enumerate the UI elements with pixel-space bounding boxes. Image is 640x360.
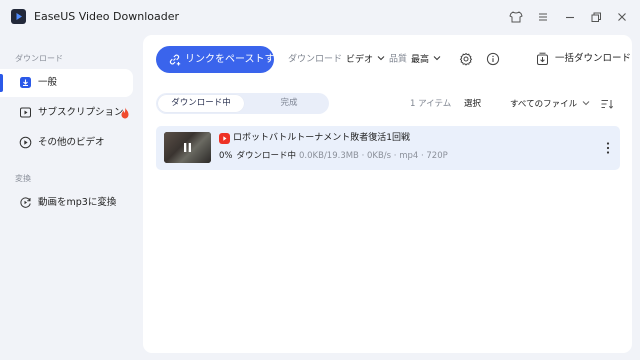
- toolbar: リンクをペーストする ダウンロード ビデオ 品質 最高 一括ダウンロード: [143, 35, 632, 85]
- video-thumbnail: [164, 132, 211, 163]
- settings-gear-icon[interactable]: [459, 52, 473, 66]
- chevron-down-icon: [582, 98, 590, 110]
- restore-icon[interactable]: [588, 9, 604, 25]
- download-state: ダウンロード中: [236, 151, 297, 161]
- sidebar-item-general[interactable]: 一般: [0, 69, 133, 97]
- flame-icon: [120, 107, 130, 119]
- app-logo-icon: [11, 9, 26, 24]
- youtube-icon: [219, 133, 230, 144]
- info-icon[interactable]: [486, 52, 500, 66]
- sidebar-item-label: その他のビデオ: [38, 137, 105, 148]
- quality-value: 最高: [411, 54, 430, 65]
- paste-link-label: リンクをペーストする: [185, 54, 285, 65]
- quality-select[interactable]: 品質 最高: [389, 53, 441, 66]
- download-status: 0% ダウンロード中 0.0KB/19.3MB · 0KB/s · mp4 · 72…: [219, 150, 448, 162]
- file-filter-label: すべてのファイル: [510, 99, 578, 110]
- bulk-download-icon: [536, 52, 549, 66]
- download-meta: 0.0KB/19.3MB · 0KB/s · mp4 · 720P: [299, 151, 448, 161]
- sidebar-item-subscription[interactable]: サブスクリプション: [0, 99, 133, 127]
- tshirt-icon[interactable]: [508, 9, 524, 25]
- title-bar: EaseUS Video Downloader: [0, 0, 640, 34]
- sidebar-item-other-videos[interactable]: その他のビデオ: [0, 129, 133, 157]
- menu-icon[interactable]: [535, 9, 551, 25]
- file-filter-select[interactable]: すべてのファイル: [510, 98, 590, 111]
- main-panel: リンクをペーストする ダウンロード ビデオ 品質 最高 一括ダウンロード ダウンロー…: [143, 35, 632, 353]
- sidebar-section-convert: 変換: [15, 174, 31, 183]
- sidebar-item-label: サブスクリプション: [38, 107, 124, 118]
- chevron-down-icon: [377, 53, 385, 65]
- download-icon: [19, 76, 32, 89]
- download-type-select[interactable]: ダウンロード ビデオ: [288, 53, 385, 66]
- app-title: EaseUS Video Downloader: [34, 10, 180, 23]
- subscription-icon: [19, 106, 32, 119]
- chevron-down-icon: [433, 53, 441, 65]
- sort-icon[interactable]: [600, 97, 614, 111]
- quality-key: 品質: [389, 54, 408, 65]
- download-tabs: ダウンロード中 完成: [156, 93, 329, 114]
- download-type-value: ビデオ: [346, 54, 374, 65]
- minimize-icon[interactable]: [562, 9, 578, 25]
- item-count: 1 アイテム: [410, 99, 452, 109]
- tab-completed[interactable]: 完成: [254, 95, 324, 112]
- download-percent: 0%: [219, 151, 233, 161]
- close-icon[interactable]: [614, 9, 630, 25]
- play-circle-icon: [19, 136, 32, 149]
- sidebar-item-convert-mp3[interactable]: 動画をmp3に変換: [0, 189, 133, 217]
- select-button[interactable]: 選択: [464, 98, 481, 110]
- video-title: ロボットバトルトーナメント敗者復活1回戦: [233, 133, 410, 143]
- convert-icon: [19, 196, 32, 209]
- pause-icon[interactable]: [181, 141, 194, 154]
- sidebar-item-label: 動画をmp3に変換: [38, 197, 117, 208]
- paste-link-button[interactable]: リンクをペーストする: [156, 46, 285, 73]
- link-plus-icon: [167, 52, 182, 67]
- bulk-download-label: 一括ダウンロード: [555, 53, 632, 64]
- tab-downloading[interactable]: ダウンロード中: [158, 95, 244, 112]
- download-item[interactable]: ロボットバトルトーナメント敗者復活1回戦 0% ダウンロード中 0.0KB/19.3…: [156, 126, 620, 170]
- sidebar-item-label: 一般: [38, 77, 58, 88]
- download-type-key: ダウンロード: [288, 54, 343, 65]
- more-options-icon[interactable]: [605, 141, 611, 155]
- sidebar-section-download: ダウンロード: [15, 54, 63, 63]
